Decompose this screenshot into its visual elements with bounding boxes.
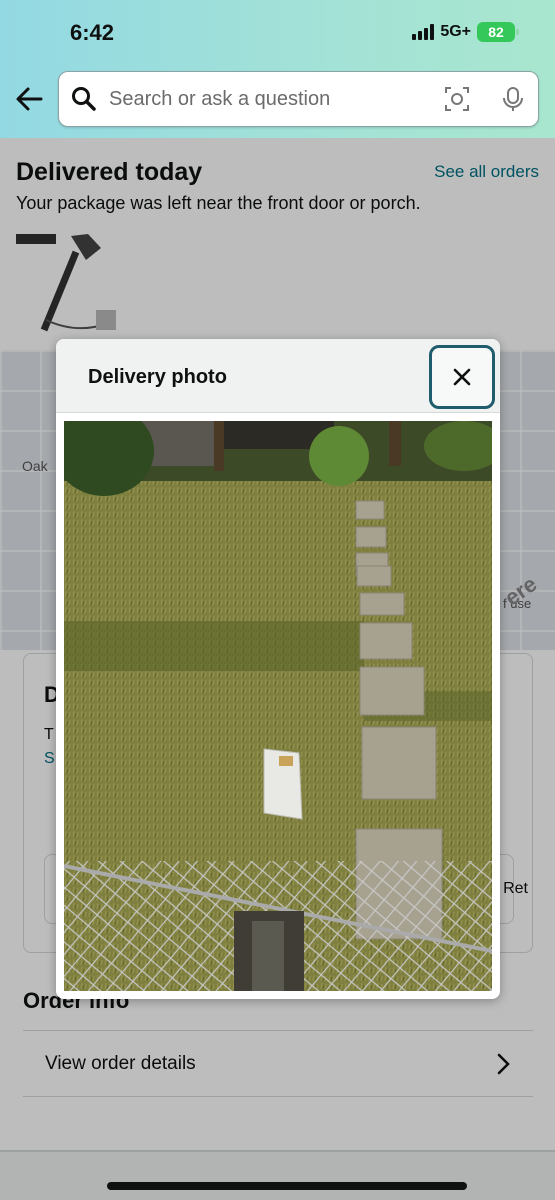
delivery-photo-modal: Delivery photo — [56, 339, 500, 999]
battery-icon: 82 — [477, 22, 519, 42]
battery-level: 82 — [488, 24, 504, 40]
camera-scan-icon[interactable] — [444, 86, 470, 112]
status-icons: 5G+ 82 — [412, 22, 519, 42]
search-icon — [72, 87, 96, 111]
status-time: 6:42 — [70, 20, 115, 45]
modal-title: Delivery photo — [88, 366, 227, 388]
close-button[interactable] — [429, 345, 495, 409]
cellular-signal-icon — [412, 24, 435, 40]
microphone-icon[interactable] — [500, 86, 526, 112]
search-bar[interactable]: Search or ask a question — [58, 71, 539, 127]
network-type: 5G+ — [440, 23, 471, 40]
modal-header: Delivery photo — [56, 339, 500, 413]
delivery-photo-image — [64, 421, 492, 991]
close-icon — [453, 368, 471, 386]
home-indicator[interactable] — [107, 1182, 467, 1190]
back-arrow-icon[interactable] — [14, 84, 44, 114]
search-input[interactable]: Search or ask a question — [109, 88, 432, 111]
top-bar: 6:42 5G+ 82 Search or ask a question — [0, 0, 555, 138]
delivery-photo[interactable] — [64, 421, 492, 991]
